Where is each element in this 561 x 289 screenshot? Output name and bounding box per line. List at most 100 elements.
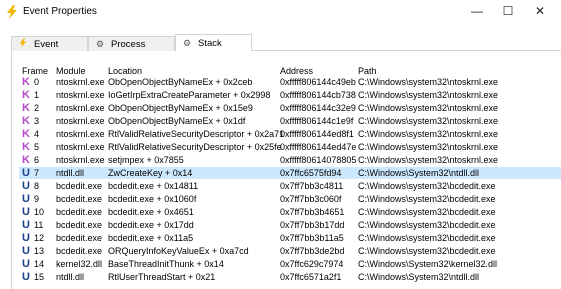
address-cell: 0xfffff806144c1e9f — [280, 116, 354, 126]
table-row[interactable]: U 15 ntdll.dll RtlUserThreadStart + 0x21 0x7… — [19, 271, 561, 283]
path-cell: C:\Windows\system32\ntoskrnl.exe — [358, 103, 499, 113]
frame-number: 6 — [34, 155, 40, 165]
tab-label: Process — [111, 39, 146, 50]
frame-number: 5 — [34, 142, 40, 152]
column-header-location[interactable]: Location — [108, 66, 142, 76]
address-cell: 0x7ffc629c7974 — [280, 259, 344, 269]
column-header-module[interactable]: Module — [56, 66, 86, 76]
address-cell: 0x7ff7bb3c060f — [280, 194, 342, 204]
address-cell: 0xfffff806144c49eb — [280, 77, 356, 87]
address-cell: 0x7ff7bb3de2bd — [280, 246, 345, 256]
location-cell: setjmpex + 0x7855 — [108, 155, 184, 165]
path-cell: C:\Windows\system32\bcdedit.exe — [358, 246, 496, 256]
location-cell: RtlValidRelativeSecurityDescriptor + 0x2… — [108, 129, 285, 139]
address-cell: 0xfffff806144c32e9 — [280, 103, 356, 113]
frame-number: 13 — [34, 246, 45, 256]
tab-process[interactable]: ⚙ Process — [88, 36, 175, 51]
path-cell: C:\Windows\system32\bcdedit.exe — [358, 207, 496, 217]
address-cell: 0x7ffc6575fd94 — [280, 168, 342, 178]
module-cell: ntoskrnl.exe — [56, 129, 105, 139]
table-row[interactable]: U 8 bcdedit.exe bcdedit.exe + 0x14811 0x7ff7… — [19, 180, 561, 192]
location-cell: BaseThreadInitThunk + 0x14 — [108, 259, 224, 269]
table-row[interactable]: K 2 ntoskrnl.exe ObOpenObjectByNameEx + 0x1… — [19, 102, 561, 114]
kernel-frame-icon: K — [22, 128, 30, 140]
address-cell: 0x7ff7bb3b11a5 — [280, 233, 344, 243]
location-cell: IoGetIrpExtraCreateParameter + 0x2998 — [108, 90, 271, 100]
path-cell: C:\Windows\system32\ntoskrnl.exe — [358, 129, 499, 139]
tab-strip: Event ⚙ Process ⚙ Stack — [11, 34, 561, 51]
table-row[interactable]: U 14 kernel32.dll BaseThreadInitThunk + 0x1… — [19, 258, 561, 270]
frame-number: 7 — [34, 168, 40, 178]
address-cell: 0x7ff7bb3b4651 — [280, 207, 345, 217]
lightning-icon — [7, 5, 17, 19]
user-frame-icon: U — [22, 232, 30, 244]
address-cell: 0x7ffc6571a2f1 — [280, 272, 342, 282]
table-row[interactable]: U 10 bcdedit.exe bcdedit.exe + 0x4651 0x7ff7… — [19, 206, 561, 218]
user-frame-icon: U — [22, 180, 30, 192]
module-cell: ntoskrnl.exe — [56, 155, 105, 165]
user-frame-icon: U — [22, 258, 30, 270]
module-cell: ntoskrnl.exe — [56, 90, 105, 100]
minimize-button[interactable]: — — [462, 0, 492, 24]
table-row[interactable]: U 7 ntdll.dll ZwCreateKey + 0x14 0x7ffc6575f… — [19, 167, 561, 179]
table-row[interactable]: K 4 ntoskrnl.exe RtlValidRelativeSecurityDe… — [19, 128, 561, 140]
table-row[interactable]: K 5 ntoskrnl.exe RtlValidRelativeSecurityDe… — [19, 141, 561, 153]
frame-number: 1 — [34, 90, 40, 100]
table-row[interactable]: K 0 ntoskrnl.exe ObOpenObjectByNameEx + 0x2… — [19, 76, 561, 88]
user-frame-icon: U — [22, 219, 30, 231]
module-cell: ntdll.dll — [56, 168, 85, 178]
address-cell: 0xfffff80614078805 — [280, 155, 357, 165]
module-cell: ntoskrnl.exe — [56, 103, 105, 113]
path-cell: C:\Windows\system32\bcdedit.exe — [358, 220, 496, 230]
module-cell: bcdedit.exe — [56, 220, 103, 230]
close-button[interactable]: ✕ — [525, 0, 555, 24]
path-cell: C:\Windows\System32\ntdll.dll — [358, 168, 480, 178]
address-cell: 0xfffff806144ed8f1 — [280, 129, 354, 139]
location-cell: RtlUserThreadStart + 0x21 — [108, 272, 216, 282]
module-cell: bcdedit.exe — [56, 246, 103, 256]
frame-number: 14 — [34, 259, 45, 269]
column-header-path[interactable]: Path — [358, 66, 377, 76]
table-row[interactable]: K 1 ntoskrnl.exe IoGetIrpExtraCreateParamet… — [19, 89, 561, 101]
path-cell: C:\Windows\system32\ntoskrnl.exe — [358, 116, 499, 126]
tab-label: Event — [34, 39, 59, 50]
table-row[interactable]: U 13 bcdedit.exe ORQueryInfoKeyValueEx + 0x… — [19, 245, 561, 257]
frame-number: 8 — [34, 181, 40, 191]
table-row[interactable]: U 12 bcdedit.exe bcdedit.exe + 0x11a5 0x7ff7… — [19, 232, 561, 244]
frame-number: 2 — [34, 103, 40, 113]
tab-stack[interactable]: ⚙ Stack — [175, 34, 252, 51]
module-cell: bcdedit.exe — [56, 207, 103, 217]
module-cell: bcdedit.exe — [56, 181, 103, 191]
table-row[interactable]: K 3 ntoskrnl.exe ObOpenObjectByNameEx + 0x1… — [19, 115, 561, 127]
kernel-frame-icon: K — [22, 115, 30, 127]
module-cell: ntoskrnl.exe — [56, 77, 105, 87]
frame-number: 11 — [34, 220, 44, 230]
location-cell: bcdedit.exe + 0x4651 — [108, 207, 194, 217]
table-row[interactable]: U 11 bcdedit.exe bcdedit.exe + 0x17dd 0x7ff7… — [19, 219, 561, 231]
path-cell: C:\Windows\system32\bcdedit.exe — [358, 233, 496, 243]
location-cell: bcdedit.exe + 0x1060f — [108, 194, 197, 204]
maximize-button[interactable]: ☐ — [493, 0, 523, 24]
user-frame-icon: U — [22, 206, 30, 218]
kernel-frame-icon: K — [22, 102, 30, 114]
path-cell: C:\Windows\System32\ntdll.dll — [358, 272, 480, 282]
window-title: Event Properties — [23, 6, 97, 17]
table-row[interactable]: U 9 bcdedit.exe bcdedit.exe + 0x1060f 0x7ff7… — [19, 193, 561, 205]
location-cell: ZwCreateKey + 0x14 — [108, 168, 193, 178]
module-cell: bcdedit.exe — [56, 194, 103, 204]
kernel-frame-icon: K — [22, 89, 30, 101]
module-cell: ntdll.dll — [56, 272, 85, 282]
path-cell: C:\Windows\system32\ntoskrnl.exe — [358, 142, 499, 152]
kernel-frame-icon: K — [22, 141, 30, 153]
table-row[interactable]: K 6 ntoskrnl.exe setjmpex + 0x7855 0xfffff80… — [19, 154, 561, 166]
location-cell: RtlValidRelativeSecurityDescriptor + 0x2… — [108, 142, 282, 152]
frame-number: 0 — [34, 77, 40, 87]
address-cell: 0xfffff806144ed47e — [280, 142, 357, 152]
location-cell: ObOpenObjectByNameEx + 0x1df — [108, 116, 246, 126]
address-cell: 0x7ff7bb3b17dd — [280, 220, 345, 230]
column-header-frame[interactable]: Frame — [22, 66, 48, 76]
tab-label: Stack — [198, 38, 222, 49]
location-cell: ORQueryInfoKeyValueEx + 0xa7cd — [108, 246, 249, 256]
tab-event[interactable]: Event — [11, 36, 88, 51]
column-header-address[interactable]: Address — [280, 66, 313, 76]
